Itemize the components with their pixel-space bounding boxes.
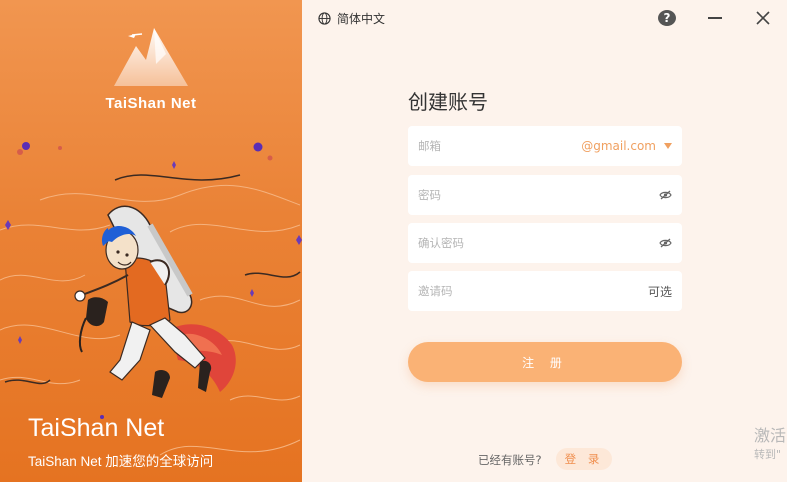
confirm-password-placeholder: 确认密码 xyxy=(418,236,464,250)
password-placeholder: 密码 xyxy=(418,188,441,202)
invite-code-placeholder: 邀请码 xyxy=(418,284,453,298)
email-domain-value: @gmail.com xyxy=(581,139,656,153)
brand-panel: TaiShan Net TaiShan Net TaiShan Net 加速您的… xyxy=(0,0,302,482)
have-account-text: 已经有账号? xyxy=(478,453,542,467)
language-selector[interactable]: 简体中文 xyxy=(318,10,385,27)
activation-watermark-subtitle: 转到" xyxy=(754,448,782,461)
form-title: 创建账号 xyxy=(408,90,488,114)
close-icon[interactable] xyxy=(754,9,772,27)
login-button[interactable]: 登 录 xyxy=(556,448,612,470)
invite-code-field[interactable]: 邀请码 可选 xyxy=(408,271,682,311)
register-button[interactable]: 注 册 xyxy=(408,342,682,382)
email-placeholder: 邮箱 xyxy=(418,139,441,153)
hero-title: TaiShan Net xyxy=(28,414,165,442)
invite-optional-label: 可选 xyxy=(647,284,672,299)
globe-icon xyxy=(318,12,331,25)
email-field[interactable]: 邮箱 @gmail.com xyxy=(408,126,682,166)
password-field[interactable]: 密码 xyxy=(408,175,682,215)
confirm-password-field[interactable]: 确认密码 xyxy=(408,223,682,263)
logo-text: TaiShan Net xyxy=(105,95,197,112)
email-domain-select[interactable]: @gmail.com xyxy=(581,139,672,153)
eye-hidden-icon[interactable] xyxy=(659,238,672,248)
eye-hidden-icon[interactable] xyxy=(659,190,672,200)
minimize-icon[interactable] xyxy=(708,17,722,19)
mountain-logo-icon xyxy=(114,28,188,86)
activation-watermark-title: 激活 xyxy=(754,426,787,445)
logo-mark xyxy=(96,24,206,94)
hero-subtitle: TaiShan Net 加速您的全球访问 xyxy=(28,454,214,469)
help-icon[interactable]: ? xyxy=(658,10,676,26)
language-label: 简体中文 xyxy=(337,12,386,26)
caret-down-icon xyxy=(664,143,672,149)
